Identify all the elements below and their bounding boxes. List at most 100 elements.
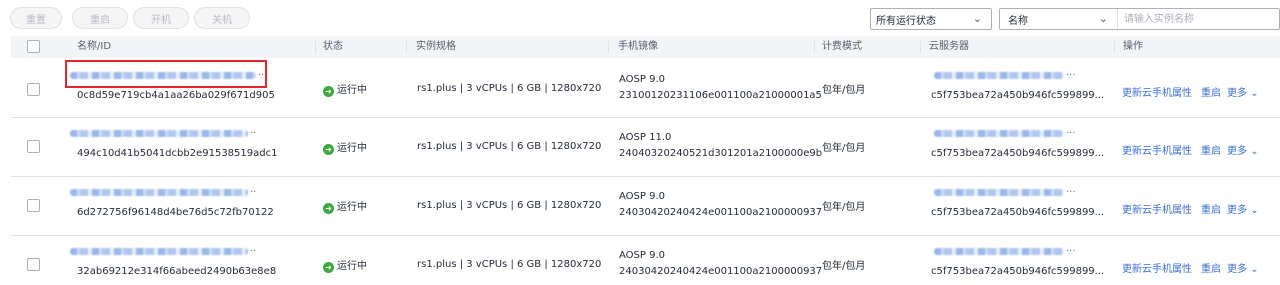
running-status-icon: ➜ xyxy=(323,86,334,97)
table-row: .. 32ab69212e314f66abeed2490b63e8e8 ➜ 运行中… xyxy=(11,236,1280,285)
chevron-down-icon: ⌄ xyxy=(972,12,982,25)
more-label: 更多 xyxy=(1227,205,1247,216)
ellipsis: .. xyxy=(250,125,257,136)
reset-button[interactable]: 重置 xyxy=(10,7,62,29)
ellipsis: ... xyxy=(1066,184,1076,195)
instance-spec: rs1.plus | 3 vCPUs | 6 GB | 1280x720 xyxy=(417,83,602,94)
header-actions: 操作 xyxy=(1123,41,1143,52)
status-cell: ➜ 运行中 xyxy=(323,257,367,273)
image-id: 24030420240424e001100a2100000937 xyxy=(619,266,823,277)
restart-link[interactable]: 重启 xyxy=(1201,84,1221,99)
instance-id: 494c10d41b5041dcbb2e91538519adc1 xyxy=(77,148,278,159)
billing-mode: 包年/包月 xyxy=(822,85,866,96)
billing-mode: 包年/包月 xyxy=(822,202,866,213)
server-name-link[interactable] xyxy=(934,72,1064,79)
row-checkbox[interactable] xyxy=(27,258,40,271)
chevron-down-icon: ⌄ xyxy=(1250,264,1259,275)
instance-spec: rs1.plus | 3 vCPUs | 6 GB | 1280x720 xyxy=(417,141,602,152)
running-status-icon: ➜ xyxy=(323,144,334,155)
instance-id: 32ab69212e314f66abeed2490b63e8e8 xyxy=(77,266,277,277)
table-header: 名称/ID 状态 实例规格 手机镜像 计费模式 云服务器 操作 xyxy=(11,36,1280,58)
chevron-down-icon: ⌄ xyxy=(1250,146,1259,157)
restart-link[interactable]: 重启 xyxy=(1201,201,1221,216)
server-id: c5f753bea72a450b946fc599899... xyxy=(931,148,1105,159)
column-divider xyxy=(406,41,407,53)
image-name: AOSP 9.0 xyxy=(619,250,665,261)
more-dropdown[interactable]: 更多 ⌄ xyxy=(1227,142,1259,157)
status-text: 运行中 xyxy=(337,202,367,213)
instance-name-link[interactable] xyxy=(70,130,248,137)
chevron-down-icon: ⌄ xyxy=(1098,12,1108,25)
server-name-link[interactable] xyxy=(934,189,1064,196)
header-spec[interactable]: 实例规格 xyxy=(408,36,456,58)
header-server[interactable]: 云服务器 xyxy=(921,36,969,58)
instance-name-link[interactable] xyxy=(70,248,248,255)
header-status[interactable]: 状态 xyxy=(315,36,343,58)
search-field-select[interactable]: 名称 ⌄ xyxy=(1000,9,1118,29)
restart-button[interactable]: 重启 xyxy=(72,7,128,29)
row-checkbox[interactable] xyxy=(27,140,40,153)
status-filter-value: 所有运行状态 xyxy=(876,15,936,27)
power-on-button[interactable]: 开机 xyxy=(133,7,189,29)
more-dropdown[interactable]: 更多 ⌄ xyxy=(1227,84,1259,99)
ellipsis: ... xyxy=(1066,67,1076,78)
status-text: 运行中 xyxy=(337,261,367,272)
instance-name-link[interactable] xyxy=(70,189,248,196)
column-divider xyxy=(608,41,609,53)
header-image[interactable]: 手机镜像 xyxy=(610,36,658,58)
instance-id: 0c8d59e719cb4a1aa26ba029f671d905 xyxy=(77,90,275,101)
more-label: 更多 xyxy=(1227,146,1247,157)
instance-id: 6d272756f96148d4be76d5c72fb70122 xyxy=(77,207,274,218)
instance-spec: rs1.plus | 3 vCPUs | 6 GB | 1280x720 xyxy=(417,259,602,270)
server-name-link[interactable] xyxy=(934,130,1064,137)
instance-spec: rs1.plus | 3 vCPUs | 6 GB | 1280x720 xyxy=(417,200,602,211)
restart-link[interactable]: 重启 xyxy=(1201,260,1221,275)
server-id: c5f753bea72a450b946fc599899... xyxy=(931,90,1105,101)
status-text: 运行中 xyxy=(337,85,367,96)
ellipsis: ... xyxy=(1066,125,1076,136)
billing-mode: 包年/包月 xyxy=(822,261,866,272)
status-cell: ➜ 运行中 xyxy=(323,139,367,155)
ellipsis: .. xyxy=(250,184,257,195)
status-filter-select[interactable]: 所有运行状态 ⌄ xyxy=(870,8,992,30)
more-dropdown[interactable]: 更多 ⌄ xyxy=(1227,201,1259,216)
image-id: 24030420240424e001100a2100000937 xyxy=(619,207,823,218)
image-name: AOSP 9.0 xyxy=(619,74,665,85)
search-group: 名称 ⌄ xyxy=(999,8,1280,30)
search-field-value: 名称 xyxy=(1008,15,1028,27)
row-checkbox[interactable] xyxy=(27,199,40,212)
image-name: AOSP 11.0 xyxy=(619,132,672,143)
running-status-icon: ➜ xyxy=(323,203,334,214)
ellipsis: ... xyxy=(1066,243,1076,254)
power-off-button[interactable]: 关机 xyxy=(194,7,250,29)
status-cell: ➜ 运行中 xyxy=(323,81,367,97)
update-properties-link[interactable]: 更新云手机属性 xyxy=(1122,201,1192,216)
header-name-id[interactable]: 名称/ID xyxy=(69,36,111,58)
image-id: 23100120231106e001100a21000001a5 xyxy=(619,90,822,101)
update-properties-link[interactable]: 更新云手机属性 xyxy=(1122,142,1192,157)
table-row: .. 494c10d41b5041dcbb2e91538519adc1 ➜ 运行中… xyxy=(11,118,1280,177)
running-status-icon: ➜ xyxy=(323,262,334,273)
header-billing[interactable]: 计费模式 xyxy=(814,36,862,58)
update-properties-link[interactable]: 更新云手机属性 xyxy=(1122,84,1192,99)
toolbar: 重置 重启 开机 关机 所有运行状态 ⌄ 名称 ⌄ xyxy=(0,0,1280,34)
row-checkbox[interactable] xyxy=(27,83,40,96)
status-text: 运行中 xyxy=(337,143,367,154)
server-name-link[interactable] xyxy=(934,248,1064,255)
select-all-checkbox[interactable] xyxy=(27,40,40,53)
restart-link[interactable]: 重启 xyxy=(1201,142,1221,157)
billing-mode: 包年/包月 xyxy=(822,143,866,154)
highlight-box xyxy=(65,60,267,88)
search-input[interactable] xyxy=(1118,9,1279,29)
ellipsis: .. xyxy=(250,243,257,254)
chevron-down-icon: ⌄ xyxy=(1250,88,1259,99)
image-name: AOSP 9.0 xyxy=(619,191,665,202)
table-row: .. 6d272756f96148d4be76d5c72fb70122 ➜ 运行中… xyxy=(11,177,1280,236)
update-properties-link[interactable]: 更新云手机属性 xyxy=(1122,260,1192,275)
more-dropdown[interactable]: 更多 ⌄ xyxy=(1227,260,1259,275)
more-label: 更多 xyxy=(1227,88,1247,99)
chevron-down-icon: ⌄ xyxy=(1250,205,1259,216)
server-id: c5f753bea72a450b946fc599899... xyxy=(931,266,1105,277)
server-id: c5f753bea72a450b946fc599899... xyxy=(931,207,1105,218)
status-cell: ➜ 运行中 xyxy=(323,198,367,214)
